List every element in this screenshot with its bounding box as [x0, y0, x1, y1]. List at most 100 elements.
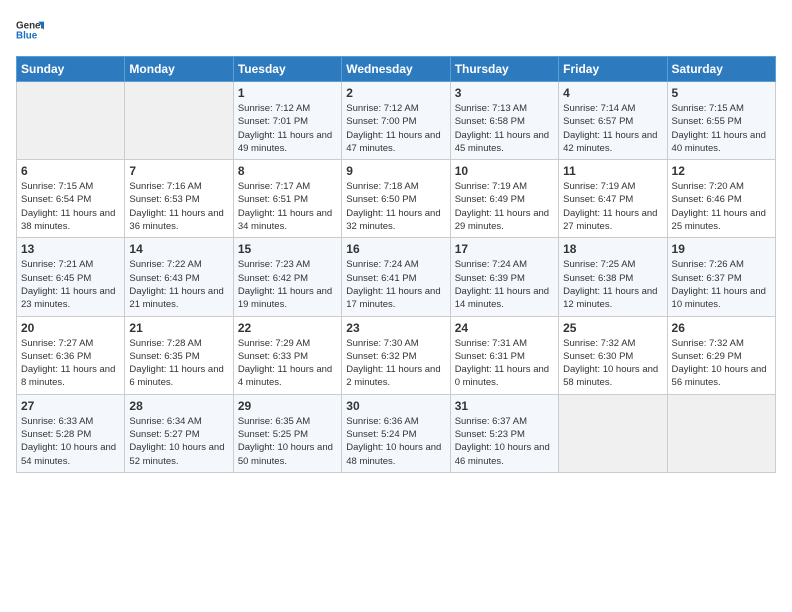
day-number: 16: [346, 242, 445, 256]
day-number: 17: [455, 242, 554, 256]
day-info: Sunrise: 7:12 AMSunset: 7:00 PMDaylight:…: [346, 102, 445, 155]
calendar-cell: 25 Sunrise: 7:32 AMSunset: 6:30 PMDayligh…: [559, 316, 667, 394]
day-number: 27: [21, 399, 120, 413]
day-number: 24: [455, 321, 554, 335]
calendar-cell: 24 Sunrise: 7:31 AMSunset: 6:31 PMDayligh…: [450, 316, 558, 394]
calendar-cell: 26 Sunrise: 7:32 AMSunset: 6:29 PMDayligh…: [667, 316, 775, 394]
day-number: 12: [672, 164, 771, 178]
day-info: Sunrise: 7:19 AMSunset: 6:47 PMDaylight:…: [563, 180, 662, 233]
calendar-cell: 17 Sunrise: 7:24 AMSunset: 6:39 PMDayligh…: [450, 238, 558, 316]
day-info: Sunrise: 7:30 AMSunset: 6:32 PMDaylight:…: [346, 337, 445, 390]
day-info: Sunrise: 7:18 AMSunset: 6:50 PMDaylight:…: [346, 180, 445, 233]
calendar-cell: [17, 82, 125, 160]
day-number: 29: [238, 399, 337, 413]
weekday-header-thursday: Thursday: [450, 57, 558, 82]
day-number: 10: [455, 164, 554, 178]
day-info: Sunrise: 7:32 AMSunset: 6:29 PMDaylight:…: [672, 337, 771, 390]
day-number: 8: [238, 164, 337, 178]
calendar-cell: 19 Sunrise: 7:26 AMSunset: 6:37 PMDayligh…: [667, 238, 775, 316]
day-info: Sunrise: 7:16 AMSunset: 6:53 PMDaylight:…: [129, 180, 228, 233]
day-info: Sunrise: 7:13 AMSunset: 6:58 PMDaylight:…: [455, 102, 554, 155]
day-info: Sunrise: 7:23 AMSunset: 6:42 PMDaylight:…: [238, 258, 337, 311]
calendar-cell: 16 Sunrise: 7:24 AMSunset: 6:41 PMDayligh…: [342, 238, 450, 316]
day-info: Sunrise: 6:33 AMSunset: 5:28 PMDaylight:…: [21, 415, 120, 468]
calendar-cell: 7 Sunrise: 7:16 AMSunset: 6:53 PMDaylight…: [125, 160, 233, 238]
day-number: 28: [129, 399, 228, 413]
calendar-cell: 30 Sunrise: 6:36 AMSunset: 5:24 PMDayligh…: [342, 394, 450, 472]
day-number: 7: [129, 164, 228, 178]
calendar-cell: 14 Sunrise: 7:22 AMSunset: 6:43 PMDayligh…: [125, 238, 233, 316]
day-info: Sunrise: 7:28 AMSunset: 6:35 PMDaylight:…: [129, 337, 228, 390]
day-info: Sunrise: 7:24 AMSunset: 6:39 PMDaylight:…: [455, 258, 554, 311]
day-number: 18: [563, 242, 662, 256]
day-info: Sunrise: 7:24 AMSunset: 6:41 PMDaylight:…: [346, 258, 445, 311]
calendar-cell: 15 Sunrise: 7:23 AMSunset: 6:42 PMDayligh…: [233, 238, 341, 316]
svg-text:Blue: Blue: [16, 30, 38, 41]
day-number: 2: [346, 86, 445, 100]
day-info: Sunrise: 6:34 AMSunset: 5:27 PMDaylight:…: [129, 415, 228, 468]
day-info: Sunrise: 7:21 AMSunset: 6:45 PMDaylight:…: [21, 258, 120, 311]
day-info: Sunrise: 6:35 AMSunset: 5:25 PMDaylight:…: [238, 415, 337, 468]
calendar-cell: 20 Sunrise: 7:27 AMSunset: 6:36 PMDayligh…: [17, 316, 125, 394]
day-info: Sunrise: 7:19 AMSunset: 6:49 PMDaylight:…: [455, 180, 554, 233]
day-number: 4: [563, 86, 662, 100]
day-number: 23: [346, 321, 445, 335]
weekday-header-wednesday: Wednesday: [342, 57, 450, 82]
day-number: 26: [672, 321, 771, 335]
day-number: 21: [129, 321, 228, 335]
day-info: Sunrise: 7:15 AMSunset: 6:55 PMDaylight:…: [672, 102, 771, 155]
day-number: 25: [563, 321, 662, 335]
calendar-cell: 22 Sunrise: 7:29 AMSunset: 6:33 PMDayligh…: [233, 316, 341, 394]
calendar-cell: 5 Sunrise: 7:15 AMSunset: 6:55 PMDaylight…: [667, 82, 775, 160]
day-number: 30: [346, 399, 445, 413]
day-info: Sunrise: 6:37 AMSunset: 5:23 PMDaylight:…: [455, 415, 554, 468]
day-info: Sunrise: 7:26 AMSunset: 6:37 PMDaylight:…: [672, 258, 771, 311]
calendar-cell: 29 Sunrise: 6:35 AMSunset: 5:25 PMDayligh…: [233, 394, 341, 472]
calendar-cell: 2 Sunrise: 7:12 AMSunset: 7:00 PMDaylight…: [342, 82, 450, 160]
weekday-header-saturday: Saturday: [667, 57, 775, 82]
calendar-cell: 10 Sunrise: 7:19 AMSunset: 6:49 PMDayligh…: [450, 160, 558, 238]
day-info: Sunrise: 7:20 AMSunset: 6:46 PMDaylight:…: [672, 180, 771, 233]
page-header: General Blue: [16, 16, 776, 44]
day-info: Sunrise: 7:14 AMSunset: 6:57 PMDaylight:…: [563, 102, 662, 155]
day-number: 22: [238, 321, 337, 335]
day-number: 20: [21, 321, 120, 335]
day-number: 15: [238, 242, 337, 256]
weekday-header-monday: Monday: [125, 57, 233, 82]
weekday-header-sunday: Sunday: [17, 57, 125, 82]
day-info: Sunrise: 6:36 AMSunset: 5:24 PMDaylight:…: [346, 415, 445, 468]
calendar-cell: 23 Sunrise: 7:30 AMSunset: 6:32 PMDayligh…: [342, 316, 450, 394]
day-info: Sunrise: 7:17 AMSunset: 6:51 PMDaylight:…: [238, 180, 337, 233]
day-info: Sunrise: 7:29 AMSunset: 6:33 PMDaylight:…: [238, 337, 337, 390]
day-info: Sunrise: 7:22 AMSunset: 6:43 PMDaylight:…: [129, 258, 228, 311]
logo: General Blue: [16, 16, 44, 44]
day-info: Sunrise: 7:32 AMSunset: 6:30 PMDaylight:…: [563, 337, 662, 390]
calendar-cell: 1Sunrise: 7:12 AMSunset: 7:01 PMDaylight…: [233, 82, 341, 160]
day-number: 6: [21, 164, 120, 178]
calendar-cell: 18 Sunrise: 7:25 AMSunset: 6:38 PMDayligh…: [559, 238, 667, 316]
day-number: 9: [346, 164, 445, 178]
day-number: 5: [672, 86, 771, 100]
day-info: Sunrise: 7:25 AMSunset: 6:38 PMDaylight:…: [563, 258, 662, 311]
weekday-header-tuesday: Tuesday: [233, 57, 341, 82]
day-info: Sunrise: 7:15 AMSunset: 6:54 PMDaylight:…: [21, 180, 120, 233]
day-number: 11: [563, 164, 662, 178]
calendar-cell: 3 Sunrise: 7:13 AMSunset: 6:58 PMDaylight…: [450, 82, 558, 160]
day-number: 19: [672, 242, 771, 256]
calendar-cell: 31Sunrise: 6:37 AMSunset: 5:23 PMDayligh…: [450, 394, 558, 472]
calendar-cell: [667, 394, 775, 472]
day-number: 3: [455, 86, 554, 100]
day-number: 14: [129, 242, 228, 256]
calendar-cell: 28 Sunrise: 6:34 AMSunset: 5:27 PMDayligh…: [125, 394, 233, 472]
calendar-table: SundayMondayTuesdayWednesdayThursdayFrid…: [16, 56, 776, 473]
day-number: 13: [21, 242, 120, 256]
calendar-cell: 12 Sunrise: 7:20 AMSunset: 6:46 PMDayligh…: [667, 160, 775, 238]
calendar-cell: 13 Sunrise: 7:21 AMSunset: 6:45 PMDayligh…: [17, 238, 125, 316]
day-info: Sunrise: 7:27 AMSunset: 6:36 PMDaylight:…: [21, 337, 120, 390]
calendar-cell: [125, 82, 233, 160]
calendar-cell: 8 Sunrise: 7:17 AMSunset: 6:51 PMDaylight…: [233, 160, 341, 238]
day-number: 1: [238, 86, 337, 100]
day-info: Sunrise: 7:31 AMSunset: 6:31 PMDaylight:…: [455, 337, 554, 390]
calendar-cell: [559, 394, 667, 472]
calendar-cell: 9 Sunrise: 7:18 AMSunset: 6:50 PMDaylight…: [342, 160, 450, 238]
